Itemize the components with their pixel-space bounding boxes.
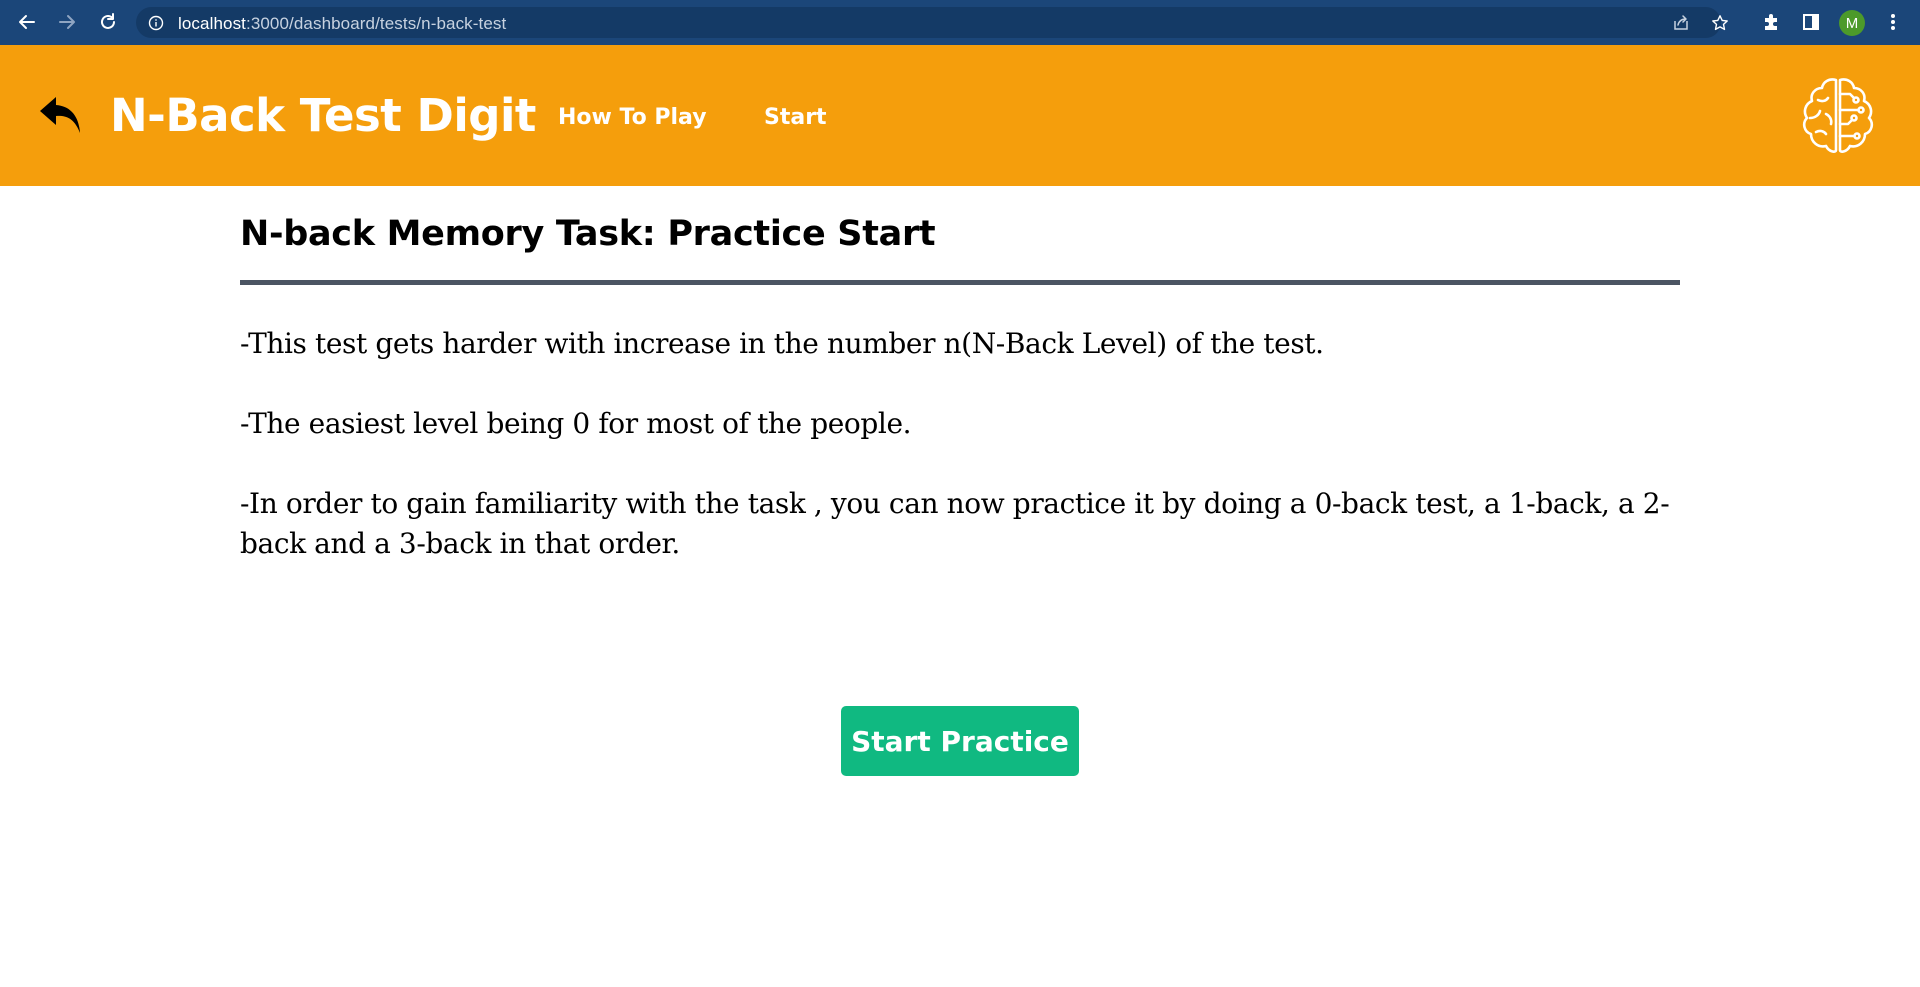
profile-avatar[interactable]: M xyxy=(1839,10,1865,36)
start-practice-button[interactable]: Start Practice xyxy=(841,706,1079,776)
title-divider xyxy=(240,280,1680,285)
instruction-paragraph: -This test gets harder with increase in … xyxy=(240,327,1324,360)
url-host: localhost xyxy=(178,14,246,33)
app-header: N-Back Test Digit How To Play Start xyxy=(0,45,1920,186)
star-icon[interactable] xyxy=(1711,14,1729,32)
info-icon[interactable] xyxy=(148,15,164,31)
page-title: N-back Memory Task: Practice Start xyxy=(240,214,936,254)
browser-toolbar: localhost:3000/dashboard/tests/n-back-te… xyxy=(0,0,1920,45)
back-arrow-icon[interactable] xyxy=(15,10,39,34)
url-path: :3000/dashboard/tests/n-back-test xyxy=(246,14,507,33)
reload-icon[interactable] xyxy=(96,10,120,34)
nav-start[interactable]: Start xyxy=(764,105,827,130)
instruction-paragraph: -The easiest level being 0 for most of t… xyxy=(240,407,912,440)
nav-how-to-play[interactable]: How To Play xyxy=(558,105,707,130)
instruction-paragraph: -In order to gain familiarity with the t… xyxy=(240,487,1670,560)
share-icon[interactable] xyxy=(1672,14,1690,32)
brain-circuit-icon xyxy=(1796,74,1880,158)
extensions-icon[interactable] xyxy=(1760,11,1782,33)
url-text[interactable]: localhost:3000/dashboard/tests/n-back-te… xyxy=(178,14,506,34)
app-title: N-Back Test Digit xyxy=(110,89,536,142)
forward-arrow-icon[interactable] xyxy=(55,10,79,34)
address-bar[interactable]: localhost:3000/dashboard/tests/n-back-te… xyxy=(136,7,1728,38)
back-reply-icon[interactable] xyxy=(38,95,84,135)
more-vert-icon[interactable] xyxy=(1882,11,1904,33)
side-panel-icon[interactable] xyxy=(1800,11,1822,33)
